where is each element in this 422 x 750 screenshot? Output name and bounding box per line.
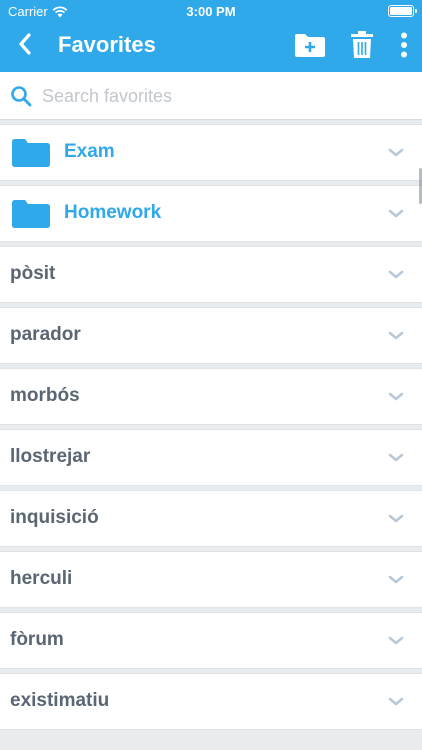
more-options-button[interactable] xyxy=(388,29,420,61)
word-row[interactable]: fòrum xyxy=(0,612,422,669)
chevron-down-icon[interactable] xyxy=(388,513,404,525)
word-row[interactable]: pòsit xyxy=(0,246,422,303)
nav-bar: Favorites xyxy=(0,22,422,68)
word-label: parador xyxy=(10,324,81,345)
delete-button[interactable] xyxy=(346,29,378,61)
favorites-list: Exam Homework pòsit parador morbós llost… xyxy=(0,124,422,734)
chevron-down-icon[interactable] xyxy=(388,269,404,281)
search-input[interactable] xyxy=(42,82,402,110)
chevron-down-icon[interactable] xyxy=(388,391,404,403)
folder-label: Exam xyxy=(64,141,115,162)
chevron-down-icon[interactable] xyxy=(388,452,404,464)
chevron-down-icon[interactable] xyxy=(388,330,404,342)
word-row[interactable]: llostrejar xyxy=(0,429,422,486)
chevron-down-icon[interactable] xyxy=(388,208,404,220)
chevron-down-icon[interactable] xyxy=(388,635,404,647)
chevron-down-icon[interactable] xyxy=(388,696,404,708)
back-button[interactable] xyxy=(10,29,40,59)
folder-row-homework[interactable]: Homework xyxy=(0,185,422,242)
new-folder-button[interactable] xyxy=(294,29,326,61)
word-label: inquisició xyxy=(10,507,99,528)
battery-icon xyxy=(388,5,417,17)
app-header: Carrier 3:00 PM Favorites xyxy=(0,0,422,72)
word-label: llostrejar xyxy=(10,446,91,467)
chevron-down-icon[interactable] xyxy=(388,147,404,159)
word-label: herculi xyxy=(10,568,73,589)
folder-row-exam[interactable]: Exam xyxy=(0,124,422,181)
word-row[interactable]: parador xyxy=(0,307,422,364)
word-label: pòsit xyxy=(10,263,56,284)
word-row[interactable]: morbós xyxy=(0,368,422,425)
vertical-ellipsis-icon xyxy=(401,32,407,58)
folder-label: Homework xyxy=(64,202,162,223)
page-title: Favorites xyxy=(58,32,156,57)
chevron-down-icon[interactable] xyxy=(388,574,404,586)
folder-plus-icon xyxy=(295,34,325,57)
word-label: morbós xyxy=(10,385,80,406)
status-bar: Carrier 3:00 PM xyxy=(0,0,422,22)
trash-icon xyxy=(351,31,373,58)
folder-icon xyxy=(12,200,50,228)
chevron-left-icon xyxy=(19,33,31,55)
search-bar xyxy=(0,72,422,120)
status-time: 3:00 PM xyxy=(186,4,236,19)
word-label: fòrum xyxy=(10,629,64,650)
folder-icon xyxy=(12,139,50,167)
word-row[interactable]: herculi xyxy=(0,551,422,608)
word-row[interactable]: inquisició xyxy=(0,490,422,547)
word-label: existimatiu xyxy=(10,690,110,711)
search-icon xyxy=(11,86,32,107)
word-row[interactable]: existimatiu xyxy=(0,673,422,730)
